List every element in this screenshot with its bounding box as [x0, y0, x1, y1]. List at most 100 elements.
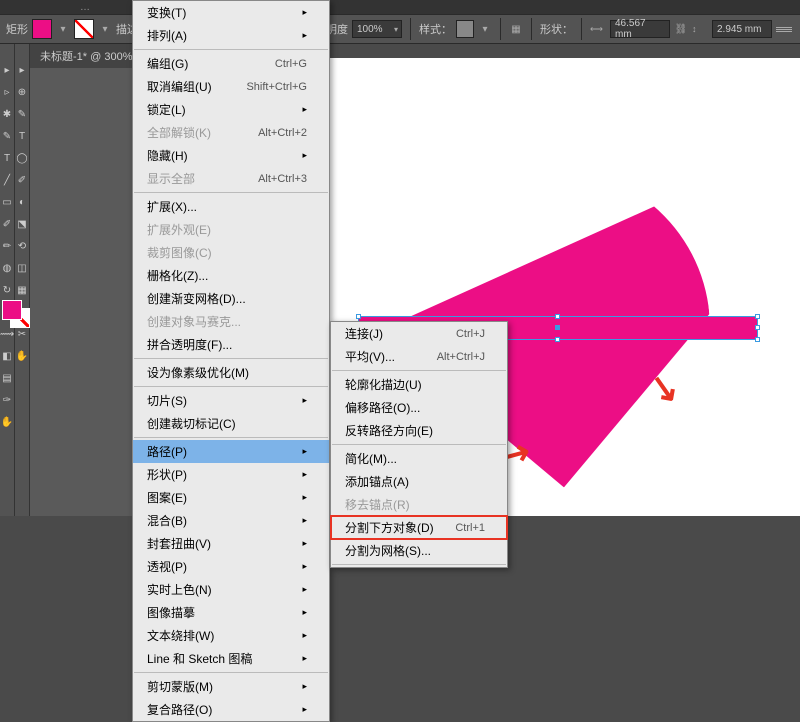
menu-item[interactable]: 拼合透明度(F)...	[133, 333, 329, 356]
resize-handle[interactable]	[755, 314, 760, 319]
menu-item-label: 文本绕排(W)	[147, 627, 214, 644]
menu-item[interactable]: 实时上色(N)	[133, 578, 329, 601]
menu-item[interactable]: 切片(S)	[133, 389, 329, 412]
menu-item[interactable]: Line 和 Sketch 图稿	[133, 647, 329, 670]
menu-item[interactable]: 封套扭曲(V)	[133, 532, 329, 555]
pencil-tool-icon[interactable]: ✏	[1, 240, 13, 252]
line-tool-icon[interactable]: ╱	[1, 174, 13, 186]
panel-options-icon[interactable]	[776, 24, 792, 34]
menu-item-label: 混合(B)	[147, 512, 187, 529]
menu-item[interactable]: 隐藏(H)	[133, 144, 329, 167]
tool-icon[interactable]: ✂	[16, 328, 28, 340]
height-field[interactable]: 2.945 mm	[712, 20, 772, 38]
menu-item[interactable]: 分割为网格(S)...	[331, 539, 507, 562]
menu-item[interactable]: 形状(P)	[133, 463, 329, 486]
wand-tool-icon[interactable]: ✱	[1, 108, 13, 120]
direct-selection-tool-icon[interactable]: ▹	[1, 86, 13, 98]
eraser-tool-icon[interactable]: ◍	[1, 262, 13, 274]
menu-item-label: 连接(J)	[345, 325, 383, 342]
fill-dropdown-icon[interactable]: ▾	[56, 22, 70, 36]
menu-item[interactable]: 编组(G)Ctrl+G	[133, 52, 329, 75]
menu-item[interactable]: 轮廓化描边(U)	[331, 373, 507, 396]
gradient-tool-icon[interactable]: ▤	[1, 372, 13, 384]
width-tool-icon[interactable]: ⟿	[1, 328, 13, 340]
tool-icon[interactable]: ✎	[16, 108, 28, 120]
resize-handle[interactable]	[555, 314, 560, 319]
menu-item[interactable]: 剪切蒙版(M)	[133, 675, 329, 698]
menu-item[interactable]: 平均(V)...Alt+Ctrl+J	[331, 345, 507, 368]
menu-item[interactable]: 连接(J)Ctrl+J	[331, 322, 507, 345]
shape-builder-tool-icon[interactable]: ◧	[1, 350, 13, 362]
resize-handle[interactable]	[755, 337, 760, 342]
menu-item[interactable]: 创建渐变网格(D)...	[133, 287, 329, 310]
tool-icon[interactable]: T	[16, 130, 28, 142]
tool-icon[interactable]: ◐	[16, 196, 28, 208]
tool-icon[interactable]: ◫	[16, 262, 28, 274]
style-swatch[interactable]	[456, 20, 474, 38]
menu-item[interactable]: 栅格化(Z)...	[133, 264, 329, 287]
menu-item-label: 裁剪图像(C)	[147, 244, 212, 261]
hand-tool-icon[interactable]: ✋	[1, 416, 13, 428]
menu-item[interactable]: 透视(P)	[133, 555, 329, 578]
document-tab[interactable]: 未标题-1* @ 300%	[30, 44, 143, 68]
menu-item[interactable]: 复合路径(O)	[133, 698, 329, 721]
style-dropdown-icon[interactable]: ▾	[478, 22, 492, 36]
shape-type-label: 矩形	[6, 21, 28, 37]
resize-handle[interactable]	[555, 337, 560, 342]
menu-separator	[332, 444, 506, 445]
menu-item[interactable]: 反转路径方向(E)	[331, 419, 507, 442]
align-icon[interactable]: ▦	[509, 22, 523, 36]
menu-item: 创建对象马赛克...	[133, 310, 329, 333]
menu-item[interactable]: 排列(A)	[133, 24, 329, 47]
rotate-tool-icon[interactable]: ↻	[1, 284, 13, 296]
menu-item-label: 图案(E)	[147, 489, 187, 506]
type-tool-icon[interactable]: T	[1, 152, 13, 164]
stroke-dropdown-icon[interactable]: ▾	[98, 22, 112, 36]
rect-tool-icon[interactable]: ▭	[1, 196, 13, 208]
menu-item[interactable]: 锁定(L)	[133, 98, 329, 121]
menu-item[interactable]: 扩展(X)...	[133, 195, 329, 218]
tool-icon[interactable]: ◯	[16, 152, 28, 164]
tool-icon[interactable]: ⬔	[16, 218, 28, 230]
menu-item[interactable]: 图案(E)	[133, 486, 329, 509]
menu-item[interactable]: 简化(M)...	[331, 447, 507, 470]
menu-item[interactable]: 设为像素级优化(M)	[133, 361, 329, 384]
menu-item[interactable]: 文本绕排(W)	[133, 624, 329, 647]
menu-item[interactable]: 添加锚点(A)	[331, 470, 507, 493]
fill-color-icon[interactable]	[2, 300, 22, 320]
tool-icon[interactable]: ✋	[16, 350, 28, 362]
tool-icon[interactable]: ⊕	[16, 86, 28, 98]
shape-button-label[interactable]: 形状：	[540, 21, 573, 37]
menu-item-label: 锁定(L)	[147, 101, 186, 118]
pen-tool-icon[interactable]: ✎	[1, 130, 13, 142]
link-wh-icon[interactable]: ⛓	[674, 22, 688, 36]
resize-handle[interactable]	[356, 314, 361, 319]
tool-icon[interactable]: ▸	[16, 64, 28, 76]
tool-icon[interactable]: ⟲	[16, 240, 28, 252]
center-handle[interactable]	[555, 325, 560, 330]
tool-icon[interactable]: ✐	[16, 174, 28, 186]
menu-item-label: 隐藏(H)	[147, 147, 188, 164]
menu-separator	[332, 370, 506, 371]
menu-item[interactable]: 图像描摹	[133, 601, 329, 624]
menu-item-label: 图像描摹	[147, 604, 195, 621]
menu-item[interactable]: 混合(B)	[133, 509, 329, 532]
menu-item[interactable]: 分割下方对象(D)Ctrl+1	[331, 516, 507, 539]
resize-handle[interactable]	[755, 325, 760, 330]
fill-swatch[interactable]	[32, 19, 52, 39]
eyedropper-tool-icon[interactable]: ✑	[1, 394, 13, 406]
selection-tool-icon[interactable]: ▸	[1, 64, 13, 76]
stroke-swatch[interactable]	[74, 19, 94, 39]
menu-item-label: 分割为网格(S)...	[345, 542, 431, 559]
menu-item-label: 偏移路径(O)...	[345, 399, 420, 416]
width-field[interactable]: 46.567 mm	[610, 20, 670, 38]
menu-item[interactable]: 变换(T)	[133, 1, 329, 24]
opacity-select[interactable]: 100%	[352, 20, 402, 38]
brush-tool-icon[interactable]: ✐	[1, 218, 13, 230]
menu-item[interactable]: 取消编组(U)Shift+Ctrl+G	[133, 75, 329, 98]
menu-item[interactable]: 路径(P)	[133, 440, 329, 463]
tool-icon[interactable]: ▦	[16, 284, 28, 296]
menu-item[interactable]: 偏移路径(O)...	[331, 396, 507, 419]
menu-item[interactable]: 创建裁切标记(C)	[133, 412, 329, 435]
menu-item-label: 创建渐变网格(D)...	[147, 290, 246, 307]
